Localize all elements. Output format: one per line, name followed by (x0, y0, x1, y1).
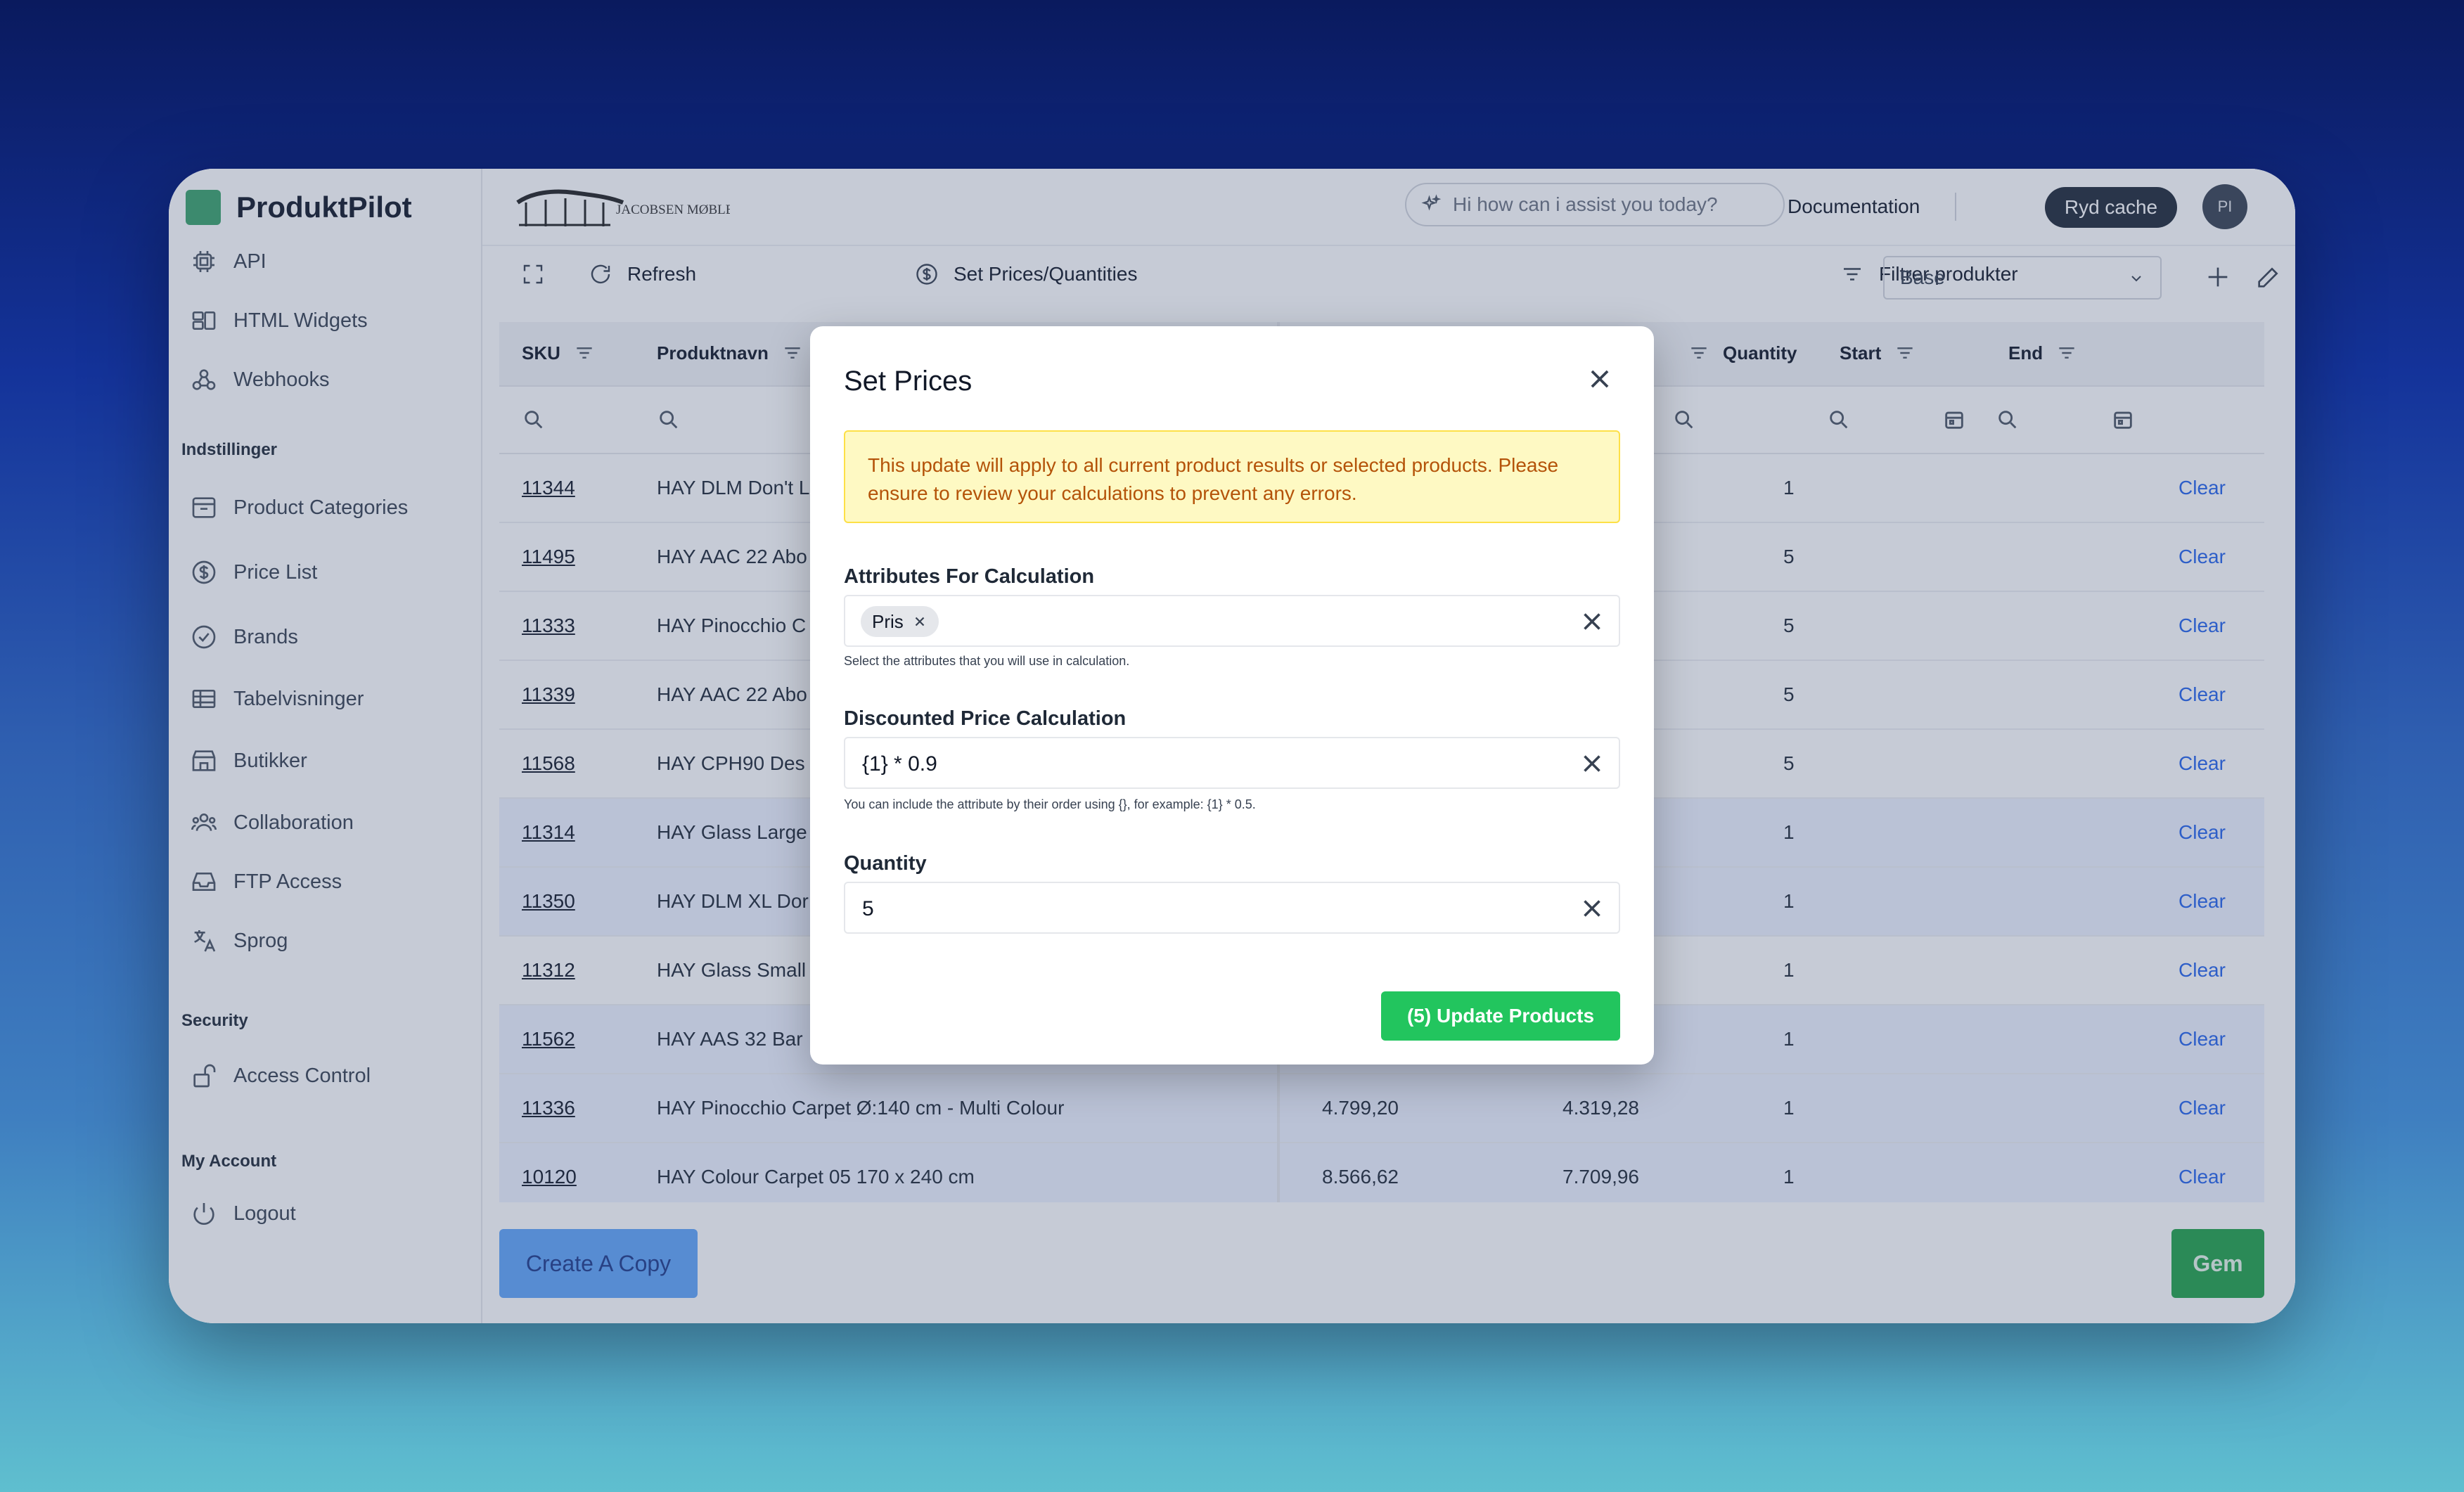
modal-title: Set Prices (844, 366, 973, 397)
set-prices-modal: Set Prices This update will apply to all… (810, 326, 1654, 1065)
app-window: ProduktPilot API HTML Widgets Webhooks I… (169, 169, 2295, 1323)
clear-icon[interactable] (1579, 896, 1605, 921)
attributes-field[interactable]: Pris (844, 595, 1620, 647)
discount-field[interactable]: {1} * 0.9 (844, 737, 1620, 789)
attribute-chip-label: Pris (872, 610, 904, 632)
attributes-hint: Select the attributes that you will use … (844, 654, 1130, 668)
remove-chip-icon[interactable] (912, 614, 928, 629)
attribute-chip: Pris (861, 606, 939, 637)
quantity-field[interactable]: 5 (844, 882, 1620, 934)
clear-icon[interactable] (1579, 751, 1605, 776)
attributes-label: Attributes For Calculation (844, 565, 1095, 588)
clear-icon[interactable] (1579, 609, 1605, 634)
discount-label: Discounted Price Calculation (844, 707, 1127, 730)
quantity-label: Quantity (844, 852, 927, 875)
warning-alert: This update will apply to all current pr… (844, 430, 1620, 523)
update-products-button[interactable]: (5) Update Products (1381, 991, 1620, 1041)
discount-value: {1} * 0.9 (862, 752, 937, 776)
quantity-value: 5 (862, 897, 874, 920)
close-icon[interactable] (1586, 366, 1613, 392)
discount-hint: You can include the attribute by their o… (844, 797, 1256, 811)
